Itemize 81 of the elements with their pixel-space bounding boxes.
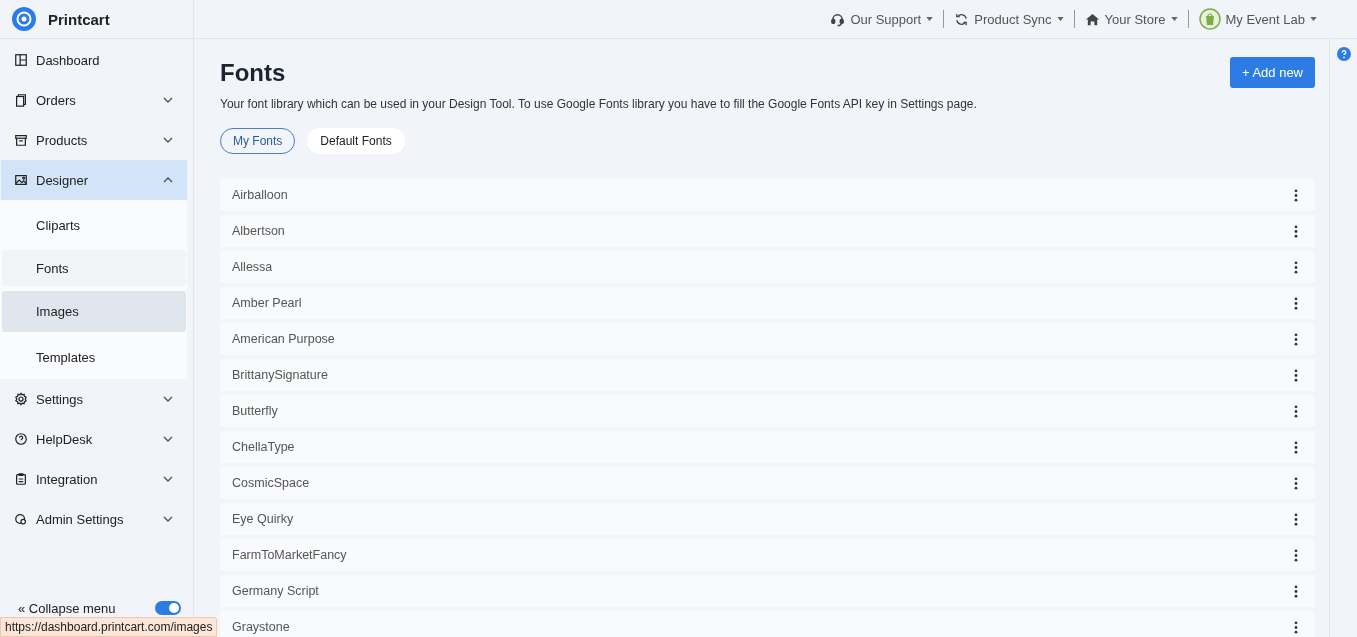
font-name: CosmicSpace xyxy=(232,476,310,490)
shopping-bag-icon xyxy=(1198,8,1221,30)
font-name: Albertson xyxy=(232,224,285,238)
topbar-menu[interactable]: Our Support xyxy=(820,11,944,27)
collapse-toggle[interactable] xyxy=(155,601,181,615)
font-name: FarmToMarketFancy xyxy=(232,548,347,562)
document-icon xyxy=(14,93,28,107)
help-icon xyxy=(14,432,28,446)
sidebar-item[interactable]: Admin Settings xyxy=(0,499,187,539)
admin-icon xyxy=(14,512,28,526)
font-row[interactable]: Germany Script xyxy=(220,575,1315,607)
more-options-icon[interactable] xyxy=(1294,404,1298,418)
more-options-icon[interactable] xyxy=(1294,584,1298,598)
sync-icon xyxy=(954,11,970,27)
font-name: Eye Quirky xyxy=(232,512,294,526)
status-url: https://dashboard.printcart.com/images xyxy=(0,617,218,637)
caret-icon xyxy=(926,17,934,21)
dashboard-icon xyxy=(14,53,28,67)
more-options-icon[interactable] xyxy=(1294,260,1298,274)
topbar-menu[interactable]: Product Sync xyxy=(944,11,1074,27)
font-row[interactable]: Eye Quirky xyxy=(220,503,1315,535)
sidebar-item[interactable]: Orders xyxy=(0,80,187,120)
font-row[interactable]: Amber Pearl xyxy=(220,287,1315,319)
caret-icon xyxy=(1056,17,1064,21)
add-new-button[interactable]: + Add new xyxy=(1229,57,1315,88)
topbar-menu[interactable]: My Event Lab xyxy=(1188,8,1327,30)
font-name: ChellaType xyxy=(232,440,295,454)
submenu-item[interactable]: Cliparts xyxy=(2,205,186,245)
caret-icon xyxy=(1170,17,1178,21)
home-icon xyxy=(1084,11,1100,27)
headset-icon xyxy=(830,11,846,27)
more-options-icon[interactable] xyxy=(1294,224,1298,238)
font-row[interactable]: American Purpose xyxy=(220,323,1315,355)
image-icon xyxy=(14,173,28,187)
sidebar-item[interactable]: Settings xyxy=(0,379,187,419)
font-name: Allessa xyxy=(232,260,273,274)
collapse-menu-label[interactable]: « Collapse menu xyxy=(18,600,116,616)
more-options-icon[interactable] xyxy=(1294,188,1298,202)
font-name: American Purpose xyxy=(232,332,335,346)
more-options-icon[interactable] xyxy=(1294,332,1298,346)
font-name: Airballoon xyxy=(232,188,288,202)
submenu-item[interactable]: Fonts xyxy=(2,250,186,286)
more-options-icon[interactable] xyxy=(1294,548,1298,562)
font-row[interactable]: FarmToMarketFancy xyxy=(220,539,1315,571)
clipboard-icon xyxy=(14,472,28,486)
logo-icon xyxy=(12,7,36,31)
font-row[interactable]: Graystone xyxy=(220,611,1315,637)
sidebar-item[interactable]: Integration xyxy=(0,459,187,499)
settings-icon xyxy=(14,392,28,406)
caret-icon xyxy=(1310,17,1317,21)
sidebar-item[interactable]: HelpDesk xyxy=(0,419,187,459)
more-options-icon[interactable] xyxy=(1294,620,1298,634)
page-description: Your font library which can be used in your Design Tool. To use Google Fonts library you have to fill the Google Fonts API key in Settings page. xyxy=(220,97,977,111)
more-options-icon[interactable] xyxy=(1294,296,1298,310)
font-row[interactable]: CosmicSpace xyxy=(220,467,1315,499)
page-title: Fonts xyxy=(220,59,287,87)
archive-icon xyxy=(14,133,28,147)
font-row[interactable]: Airballoon xyxy=(220,179,1315,211)
font-row[interactable]: Albertson xyxy=(220,215,1315,247)
submenu-item[interactable]: Templates xyxy=(2,337,186,377)
sidebar-item[interactable]: Designer xyxy=(1,160,187,200)
sidebar-item[interactable]: Products xyxy=(0,120,187,160)
font-row[interactable]: BrittanySignature xyxy=(220,359,1315,391)
more-options-icon[interactable] xyxy=(1294,476,1298,490)
font-name: Germany Script xyxy=(232,584,319,598)
brand-name: Printcart xyxy=(48,10,110,28)
more-options-icon[interactable] xyxy=(1294,368,1298,382)
font-row[interactable]: Allessa xyxy=(220,251,1315,283)
help-icon[interactable] xyxy=(1336,47,1351,61)
more-options-icon[interactable] xyxy=(1294,440,1298,454)
font-name: Butterfly xyxy=(232,404,278,418)
topbar-menu[interactable]: Your Store xyxy=(1074,11,1188,27)
tab[interactable]: Default Fonts xyxy=(307,128,405,154)
sidebar-item[interactable]: Dashboard xyxy=(0,40,187,80)
font-name: Graystone xyxy=(232,620,290,634)
font-row[interactable]: ChellaType xyxy=(220,431,1315,463)
font-name: BrittanySignature xyxy=(232,368,328,382)
submenu-item[interactable]: Images xyxy=(2,291,186,332)
font-name: Amber Pearl xyxy=(232,296,302,310)
more-options-icon[interactable] xyxy=(1294,512,1298,526)
font-row[interactable]: Butterfly xyxy=(220,395,1315,427)
